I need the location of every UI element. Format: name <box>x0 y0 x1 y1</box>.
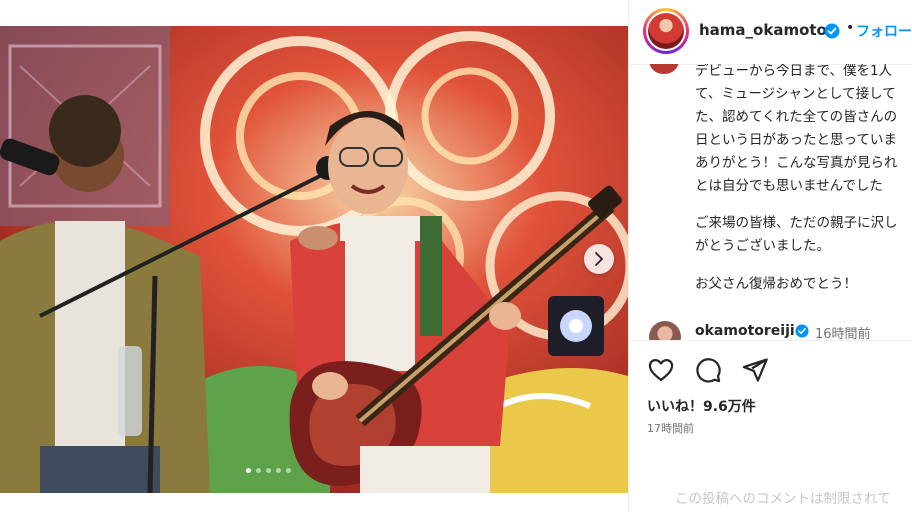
post-sidebar: hama_okamoto • フォロー デビューから今日まで、僕を1人 て、ミュ… <box>628 0 912 514</box>
caption-line: お父さん復帰おめでとう！ <box>695 276 857 292</box>
caption-line: ありがとう！こんな写真が見られ <box>695 155 898 171</box>
post-header: hama_okamoto • フォロー <box>629 0 912 65</box>
carousel-indicator <box>246 468 291 473</box>
avatar <box>646 11 686 51</box>
verified-badge-icon <box>824 23 840 39</box>
caption-line: デビューから今日まで、僕を1人 <box>695 64 893 79</box>
post-actions: いいね！9.6万件 17時間前 この投稿へのコメントは制限されて <box>629 340 912 514</box>
caption-avatar <box>649 64 679 74</box>
caption-line: とは自分でも思いませんでした <box>695 178 883 194</box>
verified-badge-icon <box>795 324 809 338</box>
post-timestamp[interactable]: 17時間前 <box>647 420 694 436</box>
carousel-dot <box>246 468 251 473</box>
post-photo[interactable] <box>0 26 628 493</box>
chevron-right-icon <box>595 252 604 266</box>
caption-line: 日という日があったと思っていま <box>695 132 897 148</box>
follow-button[interactable]: フォロー <box>856 21 912 41</box>
caption-line: がとうございました。 <box>695 238 830 254</box>
like-count[interactable]: いいね！9.6万件 <box>647 396 756 416</box>
story-ring[interactable] <box>643 8 689 54</box>
heart-icon[interactable] <box>647 356 675 384</box>
caption-line: ご来場の皆様、ただの親子に沢し <box>695 215 898 231</box>
carousel-dot <box>266 468 271 473</box>
separator: • <box>846 20 855 36</box>
carousel-next-button[interactable] <box>584 244 614 274</box>
post-media-pane <box>0 0 628 513</box>
share-icon[interactable] <box>741 356 769 384</box>
caption-line: て、ミュージシャンとして接して <box>695 86 896 102</box>
concert-photo-illustration <box>0 26 628 493</box>
caption-scroll-area[interactable]: デビューから今日まで、僕を1人 て、ミュージシャンとして接して た、認めてくれた… <box>629 64 912 319</box>
commenter-username[interactable]: okamotoreiji <box>695 323 795 339</box>
carousel-dot <box>276 468 281 473</box>
caption-line: た、認めてくれた全ての皆さんの <box>695 109 898 125</box>
carousel-dot <box>256 468 261 473</box>
carousel-dot <box>286 468 291 473</box>
author-username[interactable]: hama_okamoto <box>699 21 827 39</box>
comments-restricted-notice: この投稿へのコメントは制限されて <box>675 491 891 507</box>
comment-icon[interactable] <box>694 356 722 384</box>
